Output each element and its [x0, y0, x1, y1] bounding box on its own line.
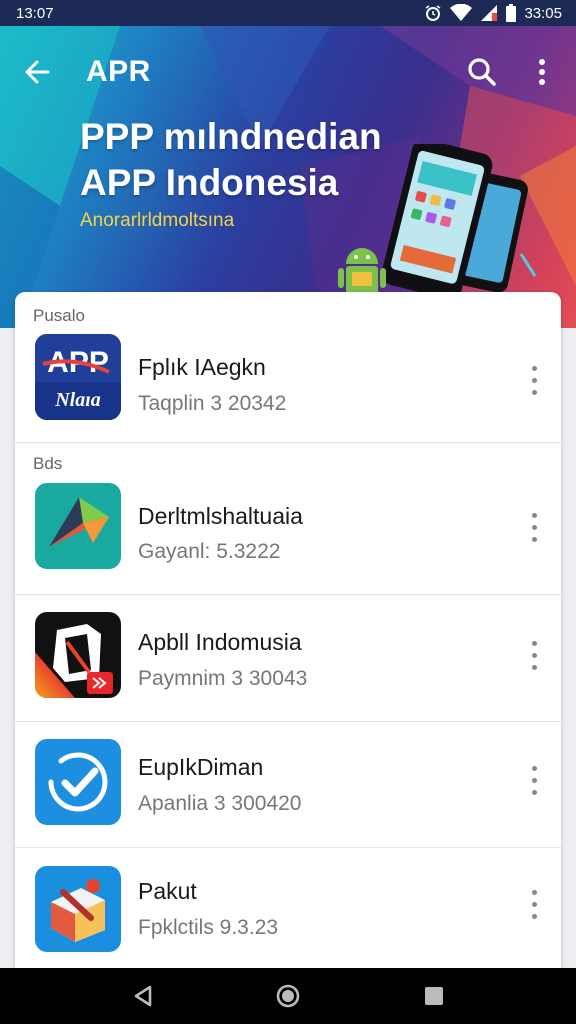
battery-icon — [506, 4, 517, 22]
status-icons: 33:05 — [424, 4, 562, 22]
list-item[interactable]: Apbll Indomusia Paymnim 3 30043 — [15, 595, 561, 722]
more-vert-icon[interactable] — [523, 364, 545, 398]
wifi-icon — [450, 4, 473, 21]
app-icon-text-bottom: Nlaıa — [54, 389, 101, 411]
alarm-icon — [426, 5, 441, 21]
more-vert-icon[interactable] — [523, 764, 545, 798]
hero-title-line2: APP Indonesia — [80, 162, 339, 203]
app-version: Gayanl: 5.3222 — [138, 540, 281, 563]
shield-app-icon — [35, 612, 121, 698]
app-version: Apanlia 3 300420 — [138, 792, 302, 815]
check-shield-icon — [35, 739, 121, 825]
status-bar: 13:07 33:05 — [0, 0, 576, 26]
app-name: Derltmlshaltuaia — [138, 503, 303, 529]
app-list-card: Pusalo APP Nlaıa Fplık IAegkn Taqplin 3 … — [15, 292, 561, 972]
app-icon-4 — [35, 739, 121, 825]
status-time: 13:07 — [16, 4, 54, 22]
home-circle-icon[interactable] — [272, 980, 304, 1012]
recents-square-icon[interactable] — [418, 980, 450, 1012]
status-right-time: 33:05 — [524, 4, 562, 22]
list-item[interactable]: APP Nlaıa Fplık IAegkn Taqplin 3 20342 — [15, 322, 561, 443]
more-vert-icon[interactable] — [526, 52, 558, 92]
app-logo-icon: APP Nlaıa — [35, 334, 121, 420]
app-version: Fpklctils 9.3.23 — [138, 916, 279, 939]
list-item[interactable]: EupIkDiman Apanlia 3 300420 — [15, 722, 561, 848]
app-icon-5 — [35, 866, 121, 952]
search-icon[interactable] — [462, 52, 502, 92]
package-tool-icon — [35, 866, 121, 952]
app-icon-2 — [35, 483, 121, 569]
app-bar: APR — [0, 26, 576, 116]
app-bar-title: APR — [86, 55, 151, 88]
more-vert-icon[interactable] — [523, 888, 545, 922]
signal-icon — [481, 5, 498, 21]
app-icon-3 — [35, 612, 121, 698]
more-vert-icon[interactable] — [523, 639, 545, 673]
more-vert-icon[interactable] — [523, 511, 545, 545]
list-item[interactable]: Pakut Fpklctils 9.3.23 — [15, 848, 561, 972]
play-triangle-icon — [35, 483, 121, 569]
app-name: Apbll Indomusia — [138, 629, 302, 655]
arrow-back-icon[interactable] — [18, 52, 58, 92]
app-version: Paymnim 3 30043 — [138, 667, 308, 690]
back-triangle-icon[interactable] — [128, 980, 160, 1012]
app-name: EupIkDiman — [138, 754, 264, 780]
app-name: Pakut — [138, 878, 197, 904]
app-version: Taqplin 3 20342 — [138, 392, 287, 415]
app-icon-1: APP Nlaıa — [35, 334, 121, 420]
app-name: Fplık IAegkn — [138, 354, 266, 380]
list-item[interactable]: Derltmlshaltuaia Gayanl: 5.3222 — [15, 443, 561, 595]
hero-title-line1: PPP mılndnedian — [80, 116, 382, 157]
hero-subtitle: Anorarlrldmoltsına — [80, 210, 235, 231]
navigation-bar — [0, 968, 576, 1024]
hero-title: PPP mılndnedian APP Indonesia — [80, 114, 382, 206]
